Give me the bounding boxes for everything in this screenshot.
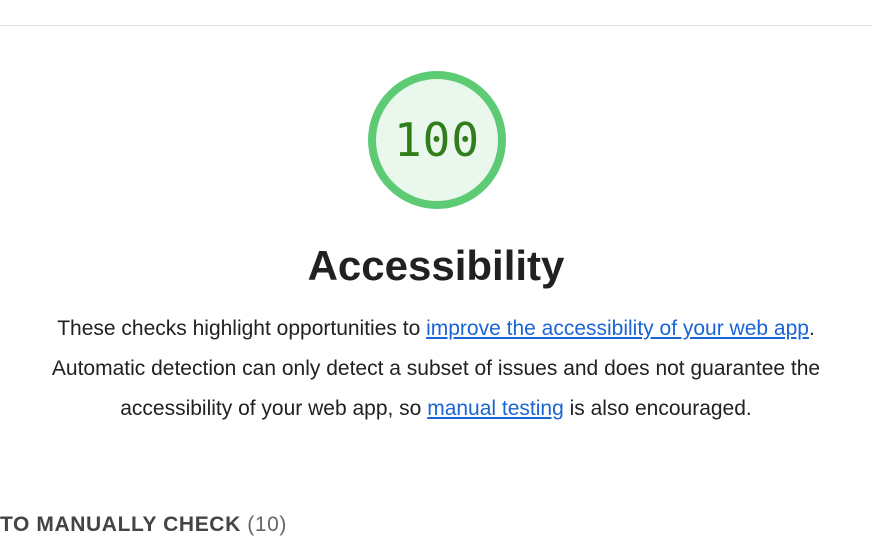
manual-check-group-header[interactable]: TO MANUALLY CHECK (10)	[0, 513, 287, 537]
manual-check-count: (10)	[247, 513, 288, 536]
description-text-3: is also encouraged.	[563, 397, 752, 420]
accessibility-score-gauge[interactable]: 100	[365, 68, 509, 212]
description-text-1: These checks highlight opportunities to	[57, 317, 427, 340]
category-title: Accessibility	[307, 242, 565, 289]
improve-accessibility-link[interactable]: improve the accessibility of your web ap…	[426, 317, 809, 340]
manual-testing-link[interactable]: manual testing	[427, 397, 564, 420]
top-divider	[0, 25, 872, 26]
manual-check-title: TO MANUALLY CHECK	[0, 513, 241, 536]
category-description: These checks highlight opportunities to …	[30, 309, 842, 429]
score-value: 100	[393, 113, 481, 167]
